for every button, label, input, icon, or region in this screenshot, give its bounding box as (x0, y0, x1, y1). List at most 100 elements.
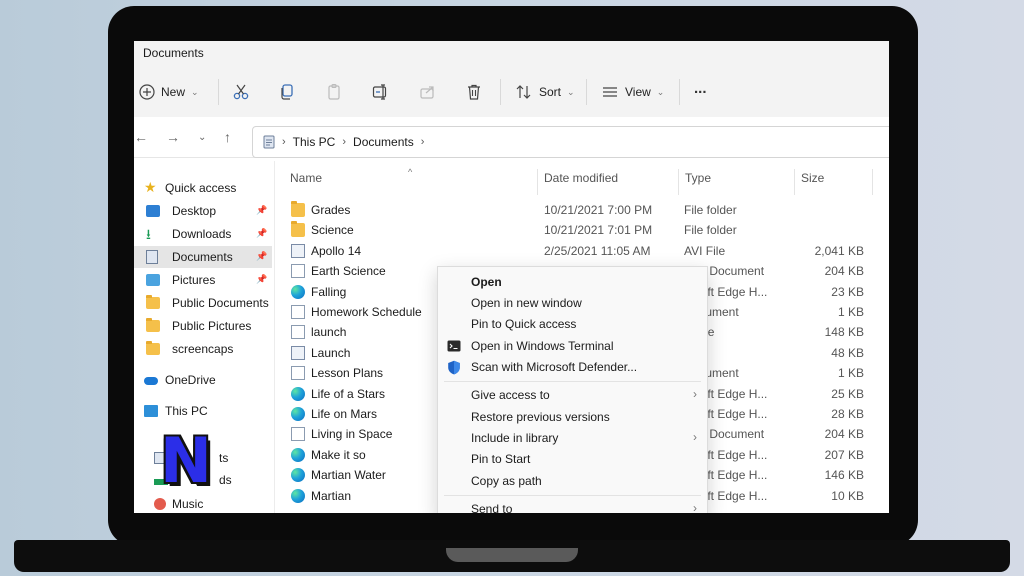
sort-button[interactable]: Sort ⌄ (515, 81, 575, 103)
chevron-down-icon: ⌄ (656, 86, 665, 97)
menu-item-include-library[interactable]: Include in library › (438, 428, 707, 448)
sidebar-item-onedrive[interactable]: OneDrive (134, 369, 272, 391)
rename-button[interactable] (372, 81, 390, 103)
toolbar-divider (218, 79, 219, 105)
sidebar-item-public-documents[interactable]: Public Documents (134, 292, 272, 314)
menu-item-pin-start[interactable]: Pin to Start (438, 449, 707, 469)
file-row[interactable]: Apollo 14 2/25/2021 11:05 AM AVI File 2,041… (275, 241, 889, 261)
new-button[interactable]: New ⌄ (139, 81, 199, 103)
pin-icon[interactable]: 📌 (256, 251, 267, 262)
sidebar-item-label: Pictures (172, 273, 216, 287)
file-name: Make it so (311, 447, 366, 462)
menu-item-open[interactable]: Open (438, 272, 707, 292)
menu-item-label: Open in new window (471, 296, 582, 310)
sidebar-item-label: Music (172, 497, 204, 511)
view-lines-icon (603, 87, 617, 97)
file-explorer-window: Documents New ⌄ Sort ⌄ View ⌄ ... ← → ⌄ … (134, 41, 889, 513)
sidebar-item-desktop[interactable]: Desktop 📌 (134, 200, 272, 222)
column-header-date[interactable]: Date modified (544, 171, 618, 193)
edge-browser-icon (291, 386, 305, 401)
document-icon (146, 250, 158, 264)
back-arrow-icon[interactable]: ← (134, 129, 148, 145)
view-button[interactable]: View ⌄ (601, 81, 664, 103)
file-name: Lesson Plans (311, 366, 384, 381)
view-button-label: View (625, 85, 651, 99)
pin-icon[interactable]: 📌 (256, 274, 267, 285)
sidebar-item-label: Public Documents (172, 296, 269, 310)
pictures-icon (146, 274, 160, 286)
folder-icon (291, 221, 305, 238)
copy-icon (281, 84, 293, 100)
video-file-icon (291, 345, 305, 360)
sidebar-item-quick-access[interactable]: ★ Quick access (134, 177, 272, 199)
column-header-size[interactable]: Size (801, 171, 824, 193)
edge-browser-icon (291, 407, 305, 421)
file-name: Grades (311, 203, 351, 217)
menu-item-restore-versions[interactable]: Restore previous versions (438, 407, 707, 427)
column-divider[interactable] (872, 169, 873, 195)
sidebar-item-screencaps[interactable]: screencaps (134, 338, 272, 360)
document-icon (291, 325, 305, 340)
folder-icon (146, 341, 160, 355)
menu-item-open-terminal[interactable]: Open in Windows Terminal (438, 336, 707, 356)
sidebar-item-this-pc[interactable]: This PC (134, 400, 272, 422)
menu-item-send-to[interactable]: Send to › (438, 499, 707, 513)
sidebar-item-pictures[interactable]: Pictures 📌 (134, 269, 272, 291)
forward-arrow-icon[interactable]: → (166, 129, 180, 145)
column-header-name[interactable]: Name (290, 171, 322, 193)
menu-item-copy-path[interactable]: Copy as path (438, 471, 707, 491)
file-date-modified: 2/25/2021 11:05 AM (544, 243, 651, 258)
file-size: 148 KB (824, 325, 864, 340)
menu-item-pin-quick-access[interactable]: Pin to Quick access (438, 314, 707, 334)
column-divider[interactable] (678, 169, 679, 195)
breadcrumb-separator-icon: › (420, 136, 425, 148)
toolbar-divider (586, 79, 587, 105)
column-divider[interactable] (537, 169, 538, 195)
sidebar-item-label: This PC (165, 404, 208, 418)
file-size: 146 KB (824, 468, 864, 483)
pin-icon[interactable]: 📌 (256, 228, 267, 239)
up-arrow-icon[interactable]: ↑ (224, 129, 231, 145)
menu-item-open-new-window[interactable]: Open in new window (438, 293, 707, 313)
menu-item-scan-defender[interactable]: Scan with Microsoft Defender... (438, 357, 707, 377)
file-row[interactable]: Science 10/21/2021 7:01 PM File folder (275, 220, 889, 240)
file-size: 23 KB (831, 284, 864, 299)
file-size: 2,041 KB (814, 243, 864, 258)
cut-button[interactable] (232, 81, 250, 103)
sidebar-item-label: OneDrive (165, 373, 216, 387)
sidebar-item-downloads[interactable]: ⭳ Downloads 📌 (134, 223, 272, 245)
file-name: Apollo 14 (311, 243, 362, 258)
chevron-right-icon: › (693, 387, 697, 401)
delete-button[interactable] (466, 81, 482, 103)
paste-button[interactable] (326, 81, 342, 103)
more-options-button[interactable]: ... (694, 77, 707, 99)
breadcrumb-documents[interactable]: Documents (353, 135, 414, 149)
menu-item-label: Open in Windows Terminal (471, 339, 614, 353)
recent-locations-chevron-icon[interactable]: ⌄ (198, 132, 206, 143)
address-bar[interactable]: › This PC › Documents › (252, 126, 889, 158)
menu-item-give-access[interactable]: Give access to › (438, 385, 707, 405)
file-type: File folder (684, 223, 737, 238)
share-button[interactable] (419, 81, 437, 103)
copy-button[interactable] (279, 81, 295, 103)
rename-icon (372, 84, 387, 100)
sidebar-item-documents[interactable]: Documents 📌 (134, 246, 272, 268)
sidebar-item-public-pictures[interactable]: Public Pictures (134, 315, 272, 337)
column-divider[interactable] (794, 169, 795, 195)
file-row[interactable]: Grades 10/21/2021 7:00 PM File folder (275, 200, 889, 220)
file-name: Living in Space (311, 427, 393, 442)
file-size: 204 KB (824, 264, 864, 279)
sidebar-item-label: Desktop (172, 204, 217, 218)
file-name: Life on Mars (311, 407, 378, 421)
menu-separator (444, 495, 701, 496)
navigation-row: ← → ⌄ ↑ › This PC › Documents › (134, 117, 889, 158)
pin-icon[interactable]: 📌 (256, 205, 267, 216)
breadcrumb-this-pc[interactable]: This PC (293, 135, 336, 149)
file-size: 10 KB (831, 488, 864, 503)
toolbar-divider (679, 79, 680, 105)
document-icon (291, 305, 305, 319)
folder-icon (146, 318, 160, 332)
shield-icon (448, 360, 460, 375)
column-header-type[interactable]: Type (685, 171, 711, 193)
menu-item-label: Open (471, 275, 502, 289)
